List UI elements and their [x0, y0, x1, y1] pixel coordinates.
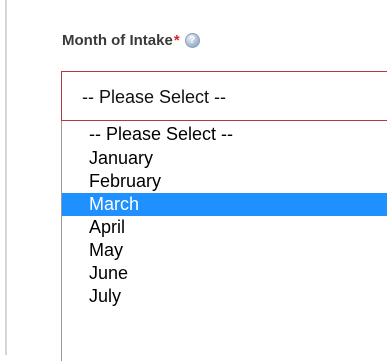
month-of-intake-select[interactable]: -- Please Select --	[61, 71, 387, 121]
option-february[interactable]: February	[62, 170, 387, 193]
option-please-select[interactable]: -- Please Select --	[62, 121, 387, 147]
option-june[interactable]: June	[62, 262, 387, 285]
field-label-text: Month of Intake	[62, 32, 173, 49]
option-january[interactable]: January	[62, 147, 387, 170]
select-current-value: -- Please Select --	[82, 87, 227, 107]
month-dropdown-list[interactable]: -- Please Select -- January February Mar…	[61, 121, 387, 361]
option-may[interactable]: May	[62, 239, 387, 262]
option-july[interactable]: July	[62, 285, 387, 308]
panel-left-border	[5, 0, 7, 355]
month-of-intake-label: Month of Intake * ?	[62, 32, 200, 49]
help-icon-glyph: ?	[189, 34, 196, 46]
required-marker: *	[173, 32, 180, 49]
option-april[interactable]: April	[62, 216, 387, 239]
help-circle-icon[interactable]: ?	[184, 33, 200, 48]
option-march[interactable]: March	[62, 193, 387, 216]
